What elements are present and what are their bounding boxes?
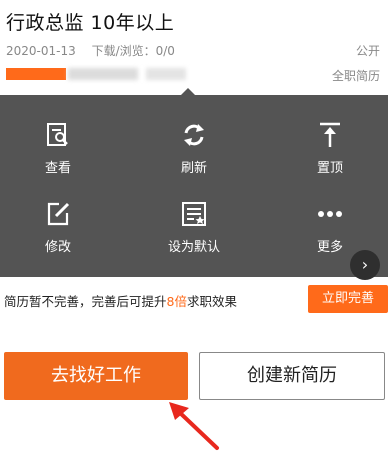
menu-item-label: 修改 bbox=[44, 240, 71, 255]
pin-top-icon bbox=[320, 122, 340, 147]
menu-item-set-default[interactable]: 设为默认 bbox=[154, 200, 234, 260]
menu-item-pin-top[interactable]: 置顶 bbox=[290, 121, 370, 181]
menu-item-view[interactable]: 查看 bbox=[18, 121, 98, 181]
completion-progress bbox=[6, 68, 186, 80]
create-resume-button[interactable]: 创建新简历 bbox=[199, 352, 385, 400]
completion-tip-bar: 简历暂不完善，完善后可提升8倍求职效果 立即完善 bbox=[0, 283, 388, 313]
edit-icon bbox=[47, 202, 70, 226]
complete-now-button[interactable]: 立即完善 bbox=[308, 285, 388, 313]
menu-item-label: 置顶 bbox=[316, 161, 343, 176]
resume-title: 行政总监 10年以上 bbox=[6, 12, 175, 34]
resume-meta: 2020-01-13 下载/浏览：0/0 bbox=[6, 42, 187, 59]
menu-item-label: 刷新 bbox=[180, 161, 207, 176]
resume-stats: 下载/浏览：0/0 bbox=[91, 44, 175, 58]
view-icon bbox=[47, 123, 68, 146]
menu-item-label: 设为默认 bbox=[167, 240, 220, 255]
menu-item-label: 查看 bbox=[44, 161, 71, 176]
progress-fill bbox=[6, 68, 66, 80]
progress-blur bbox=[68, 68, 138, 80]
refresh-icon bbox=[184, 124, 204, 146]
progress-blur bbox=[146, 68, 186, 80]
find-job-button[interactable]: 去找好工作 bbox=[4, 352, 188, 400]
tip-text-after: 求职效果 bbox=[186, 294, 237, 309]
job-type-label: 全职简历 bbox=[331, 69, 380, 83]
annotation-arrow-icon bbox=[169, 402, 219, 450]
chevron-right-icon[interactable]: › bbox=[350, 250, 380, 280]
resume-card[interactable]: 行政总监 10年以上 2020-01-13 下载/浏览：0/0 公开 全职简历 bbox=[0, 0, 388, 95]
visibility-status: 公开 bbox=[355, 44, 380, 58]
resume-date: 2020-01-13 bbox=[6, 44, 76, 58]
menu-item-edit[interactable]: 修改 bbox=[18, 200, 98, 260]
completion-tip-text: 简历暂不完善，完善后可提升8倍求职效果 bbox=[4, 291, 237, 310]
action-menu: 查看 刷新 置顶 修改 设为默认 更多 bbox=[0, 95, 388, 277]
tip-highlight: 8倍 bbox=[166, 294, 187, 309]
set-default-icon bbox=[182, 202, 206, 226]
tip-text-before: 简历暂不完善，完善后可提升 bbox=[4, 294, 167, 309]
more-icon bbox=[318, 211, 342, 217]
menu-item-refresh[interactable]: 刷新 bbox=[154, 121, 234, 181]
